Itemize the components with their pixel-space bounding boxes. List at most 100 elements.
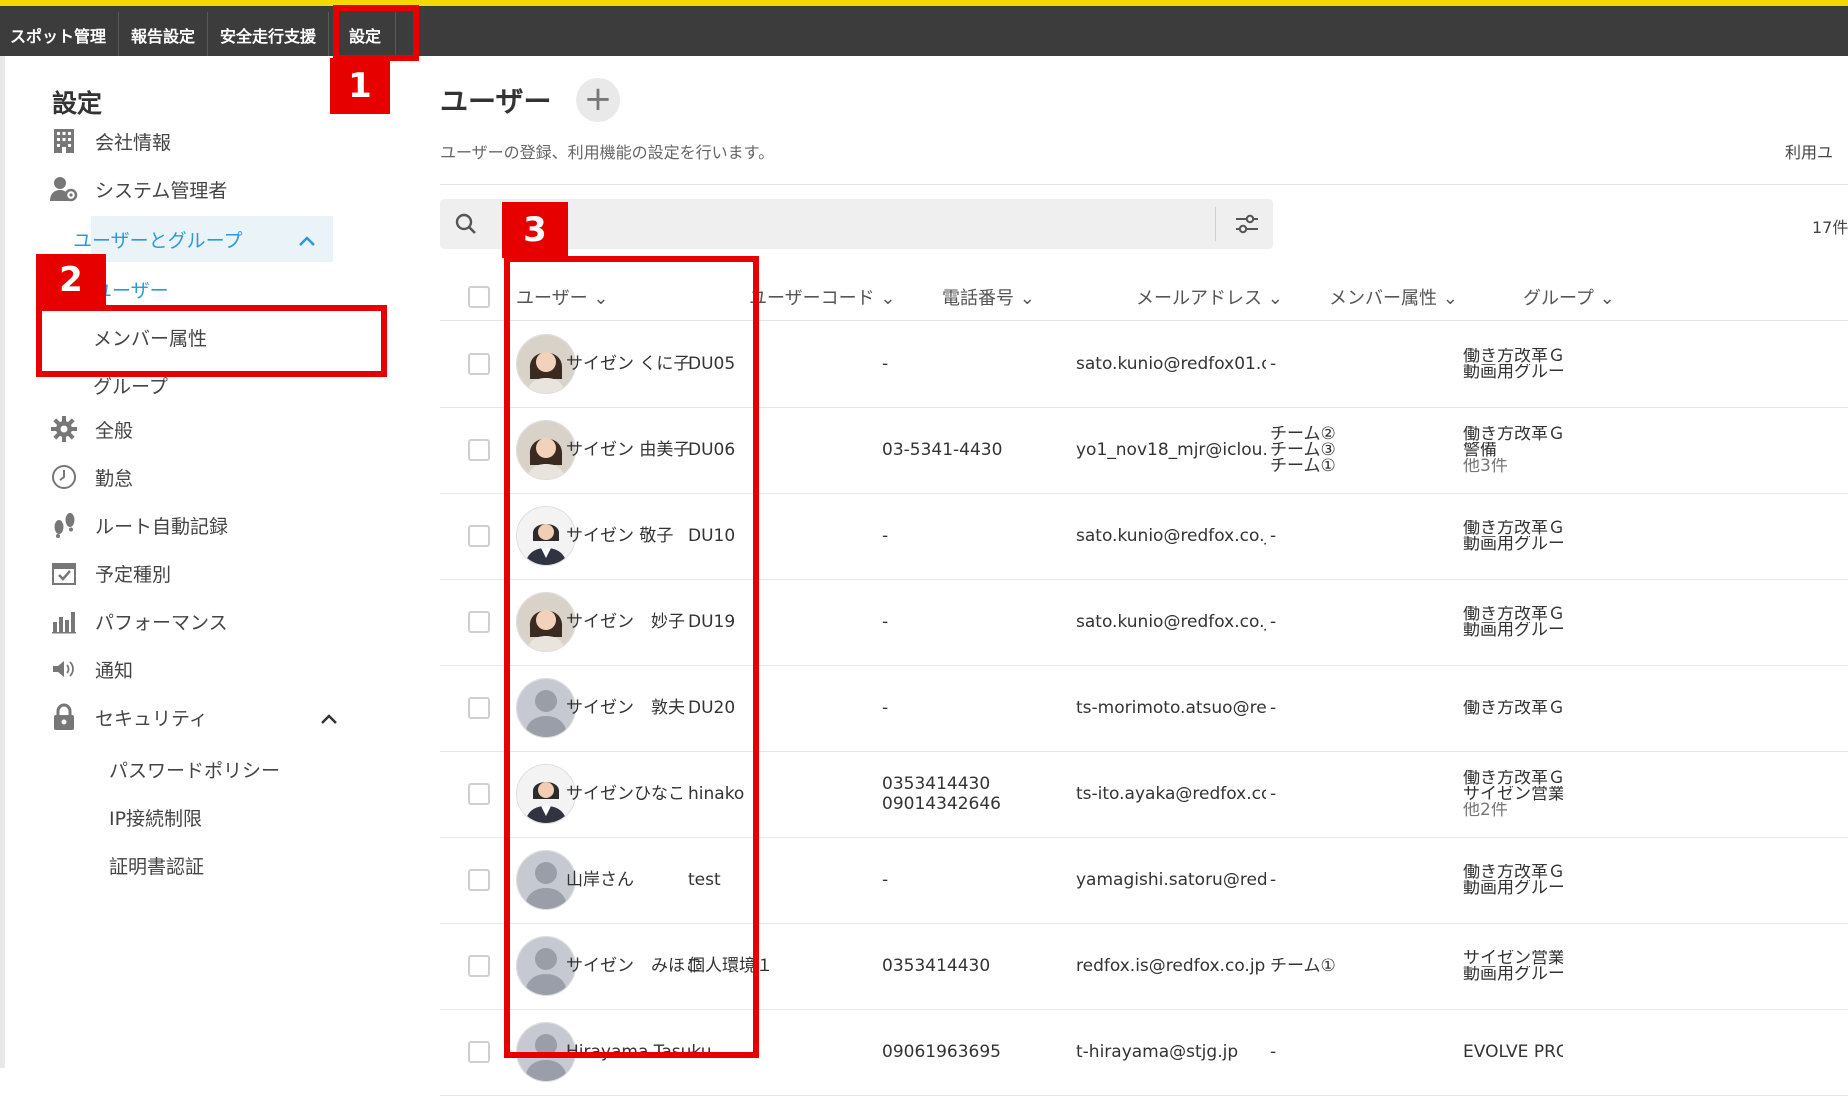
email-address: ts-morimoto.atsuo@re…: [1076, 698, 1266, 718]
member-attribute: -: [1270, 356, 1277, 372]
group-name: 動画用グルー: [1463, 880, 1563, 896]
table-row[interactable]: サイゼン くに子DU05-sato.kunio@redfox01.o…-働き方改…: [440, 321, 1848, 408]
phone-number: 03-5341-4430: [882, 440, 1003, 460]
user-code: DU10: [688, 526, 736, 546]
filter-settings-icon[interactable]: [1234, 211, 1260, 241]
member-attribute: チーム①: [1270, 958, 1336, 974]
table-row[interactable]: サイゼン 敬子 DU10- sato.kunio@redfox.co.jp - 働き方改…: [440, 493, 1848, 580]
row-checkbox[interactable]: [468, 1041, 490, 1063]
user-name[interactable]: サイゼン 敬子: [566, 526, 673, 546]
sidebar-item-attendance[interactable]: 勤怠: [49, 454, 389, 500]
group-name: 動画用グルー: [1463, 622, 1563, 638]
member-attribute: チーム①: [1270, 458, 1336, 474]
tab-safe-driving[interactable]: 安全走行支援: [208, 12, 330, 62]
user-code: DU05: [688, 354, 736, 374]
sidebar-sub-member-attributes[interactable]: メンバー属性: [93, 324, 207, 351]
page-description: ユーザーの登録、利用機能の設定を行います。: [440, 143, 775, 162]
user-name[interactable]: サイゼン くに子: [566, 354, 690, 374]
group-name: サイゼン営業: [1463, 786, 1563, 802]
sidebar-sub-certificate-auth[interactable]: 証明書認証: [109, 852, 204, 879]
user-name[interactable]: サイゼン みほこ: [566, 956, 702, 976]
calendar-check-icon: [49, 558, 79, 588]
group-name: サイゼン営業: [1463, 950, 1563, 966]
row-checkbox[interactable]: [468, 783, 490, 805]
sidebar-item-company-info[interactable]: 会社情報: [49, 118, 389, 164]
email-address: sato.kunio@redfox.co.jp: [1076, 526, 1266, 546]
chevron-down-icon: ⌄: [1599, 288, 1615, 309]
email-address: sato.kunio@redfox.co.jp: [1076, 612, 1266, 632]
row-checkbox[interactable]: [468, 525, 490, 547]
sidebar-title: 設定: [52, 89, 103, 118]
chevron-down-icon: ⌄: [1019, 288, 1035, 309]
tab-spot-management[interactable]: スポット管理: [0, 12, 120, 62]
group-name: 働き方改革Ｇ: [1463, 700, 1563, 716]
table-row[interactable]: サイゼン 妙子 DU19- sato.kunio@redfox.co.jp - 働き方改…: [440, 579, 1848, 666]
phone-number: -: [882, 526, 889, 546]
sidebar-item-system-admin[interactable]: システム管理者: [49, 166, 389, 212]
sidebar-sub-ip-restriction[interactable]: IP接続制限: [109, 804, 202, 831]
column-header-group[interactable]: グループ ⌄: [1523, 284, 1615, 310]
tab-settings[interactable]: 設定: [329, 12, 397, 62]
group-more[interactable]: 他3件: [1463, 458, 1508, 474]
table-row[interactable]: サイゼン 敦夫 DU20- ts-morimoto.atsuo@re… - 働き方改革Ｇ: [440, 665, 1848, 752]
sidebar-item-auto-route-record[interactable]: ルート自動記録: [49, 502, 389, 548]
group-name: 働き方改革Ｇ: [1463, 426, 1563, 442]
sidebar-item-schedule-types[interactable]: 予定種別: [49, 550, 389, 596]
column-header-user-code[interactable]: ユーザーコード ⌄: [749, 284, 895, 310]
sidebar-item-label: 通知: [95, 659, 134, 682]
row-checkbox[interactable]: [468, 697, 490, 719]
select-all-checkbox[interactable]: [468, 286, 490, 308]
table-row[interactable]: Hirayama Tasuku -09061963695 t-hirayama@st…: [440, 1009, 1848, 1096]
row-checkbox[interactable]: [468, 611, 490, 633]
column-header-email[interactable]: メールアドレス ⌄: [1136, 284, 1283, 310]
user-code: 個人環境１: [688, 956, 773, 976]
row-checkbox[interactable]: [468, 955, 490, 977]
sidebar-item-general[interactable]: 全般: [49, 406, 389, 452]
clock-icon: [49, 462, 79, 492]
member-attribute: -: [1270, 528, 1277, 544]
sidebar-sub-groups[interactable]: グループ: [93, 372, 168, 399]
member-attribute: -: [1270, 872, 1277, 888]
email-address: yamagishi.satoru@redf…: [1076, 870, 1266, 890]
phone-number: -: [882, 354, 889, 374]
group-more[interactable]: 他2件: [1463, 802, 1508, 818]
chevron-down-icon: ⌄: [1442, 288, 1458, 309]
user-name[interactable]: サイゼン 妙子: [566, 612, 685, 632]
email-address: t-hirayama@stjg.jp: [1076, 1042, 1239, 1062]
user-name[interactable]: サイゼン 敦夫: [566, 698, 685, 718]
sidebar-item-users-and-groups[interactable]: ユーザーとグループ: [73, 216, 333, 262]
group-name: 働き方改革Ｇ: [1463, 520, 1563, 536]
sidebar-item-notifications[interactable]: 通知: [49, 646, 389, 692]
group-name: 動画用グルー: [1463, 536, 1563, 552]
sidebar-sub-password-policy[interactable]: パスワードポリシー: [109, 756, 280, 783]
row-checkbox[interactable]: [468, 353, 490, 375]
user-name[interactable]: 山岸さん: [566, 870, 634, 890]
table-row[interactable]: 山岸さんtest-yamagishi.satoru@redf…-働き方改革Ｇ動画…: [440, 837, 1848, 924]
sidebar-item-performance[interactable]: パフォーマンス: [49, 598, 389, 644]
top-nav-tabs: スポット管理 報告設定 安全走行支援 設定: [0, 12, 397, 62]
chevron-down-icon: ⌄: [880, 288, 896, 309]
user-name[interactable]: サイゼンひなこ: [566, 784, 685, 804]
table-row[interactable]: サイゼン みほこ 個人環境１ 0353414430 redfox.is@redfox.…: [440, 923, 1848, 1010]
sidebar-item-security[interactable]: セキュリティ: [49, 694, 389, 740]
table-row[interactable]: サイゼンひなこ hinako 0353414430 09014342646 ts-ito…: [440, 751, 1848, 838]
tab-report-settings[interactable]: 報告設定: [119, 12, 209, 62]
column-header-member-attr[interactable]: メンバー属性 ⌄: [1329, 284, 1458, 310]
chevron-up-icon[interactable]: [299, 227, 315, 252]
row-checkbox[interactable]: [468, 869, 490, 891]
top-navigation-bar: スポット管理 報告設定 安全走行支援 設定: [0, 0, 1848, 62]
group-name: EVOLVE PRO: [1463, 1044, 1563, 1060]
column-header-phone[interactable]: 電話番号 ⌄: [942, 284, 1035, 310]
phone-number: -: [882, 612, 889, 632]
search-input[interactable]: [500, 199, 1144, 251]
callout-number-3: 3: [502, 202, 568, 258]
row-checkbox[interactable]: [468, 439, 490, 461]
user-code: test: [688, 870, 721, 890]
user-name[interactable]: サイゼン 由美子: [566, 440, 690, 460]
chevron-up-icon[interactable]: [321, 705, 337, 730]
table-row[interactable]: サイゼン 由美子 DU06 03-5341-4430 yo1_nov18_mjr@ic…: [440, 407, 1848, 494]
member-attribute: チーム③: [1270, 442, 1336, 458]
column-header-user[interactable]: ユーザー ⌄: [516, 284, 608, 310]
add-user-button[interactable]: +: [576, 78, 620, 122]
user-code: -: [688, 1042, 695, 1062]
